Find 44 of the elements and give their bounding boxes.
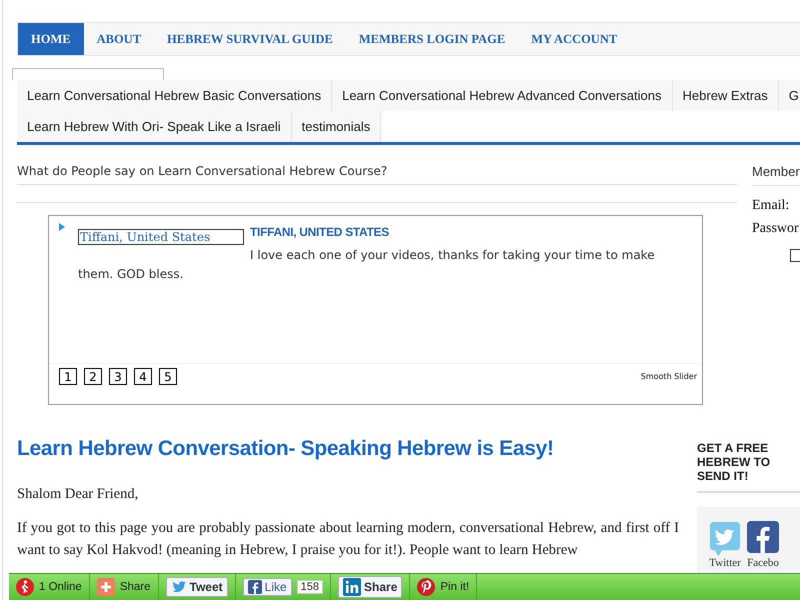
nav-link[interactable]: HEBREW SURVIVAL GUIDE <box>154 23 346 55</box>
like-count: 158 <box>296 580 324 594</box>
tweet-button[interactable]: Tweet <box>166 577 228 597</box>
page-button[interactable]: 4 <box>134 368 152 385</box>
page-button[interactable]: 5 <box>159 368 177 385</box>
testimonial-link[interactable]: Tiffani, United States <box>78 229 244 245</box>
like-button[interactable]: Like <box>242 578 292 596</box>
page-button[interactable]: 3 <box>109 368 127 385</box>
share-button[interactable]: Share <box>90 574 159 600</box>
pin-icon <box>417 578 436 596</box>
section-title: What do People say on Learn Conversational Hebrew Course? <box>17 145 737 185</box>
nav-link[interactable]: MY ACCOUNT <box>518 23 630 55</box>
facebook-icon <box>248 580 262 594</box>
facebook-icon[interactable] <box>747 521 779 553</box>
page-button[interactable]: 2 <box>84 368 102 385</box>
walking-person-icon <box>16 578 34 596</box>
testimonial-text: I love each one of your videos, thanks for taking your time to make them. GOD bless. <box>78 247 656 283</box>
email-label: Email: <box>752 198 790 214</box>
play-icon[interactable] <box>59 223 65 231</box>
social-label[interactable]: Facebo <box>747 557 779 569</box>
bird-icon[interactable] <box>709 521 741 557</box>
linkedin-icon <box>343 578 362 596</box>
greeting-text: Shalom Dear Friend, <box>17 485 140 504</box>
menu-tab[interactable]: Learn Hebrew With Ori- Speak Like a Israeli <box>17 111 292 142</box>
testimonial-author: TIFFANI, UNITED STATES <box>250 225 389 239</box>
linkedin-button[interactable]: Share <box>338 576 402 598</box>
section-title: Member <box>752 145 800 186</box>
article-title: Learn Hebrew Conversation- Speaking Hebrew is Easy! <box>17 437 555 461</box>
social-label[interactable]: Twitter <box>709 557 741 569</box>
menu-tab[interactable]: testimonials <box>292 111 382 142</box>
nav-link[interactable]: ABOUT <box>84 23 154 55</box>
plus-icon <box>96 578 115 596</box>
slider-credit: Smooth Slider <box>640 372 697 381</box>
bird-icon <box>170 579 187 595</box>
online-counter[interactable]: 1 Online <box>9 574 90 600</box>
article-paragraph: If you got to this page you are probably passionate about learning modern, conversational Hebrew, and first off I want to say Kol Hakvod! (meaning in Hebrew, I praise you for it!). People want to learn Hebrew <box>17 519 679 560</box>
nav-link[interactable]: HOME <box>18 23 84 55</box>
page-button[interactable]: 1 <box>59 368 77 385</box>
nav-link[interactable]: MEMBERS LOGIN PAGE <box>346 23 518 55</box>
sidebar-heading: GET A FREE HEBREW TO SEND IT! <box>697 441 800 493</box>
menu-tab[interactable]: Hebrew Extras <box>672 80 779 111</box>
password-label: Passwor <box>752 221 800 237</box>
pin-button[interactable]: Pin it! <box>410 574 478 600</box>
remember-checkbox[interactable] <box>790 249 800 262</box>
